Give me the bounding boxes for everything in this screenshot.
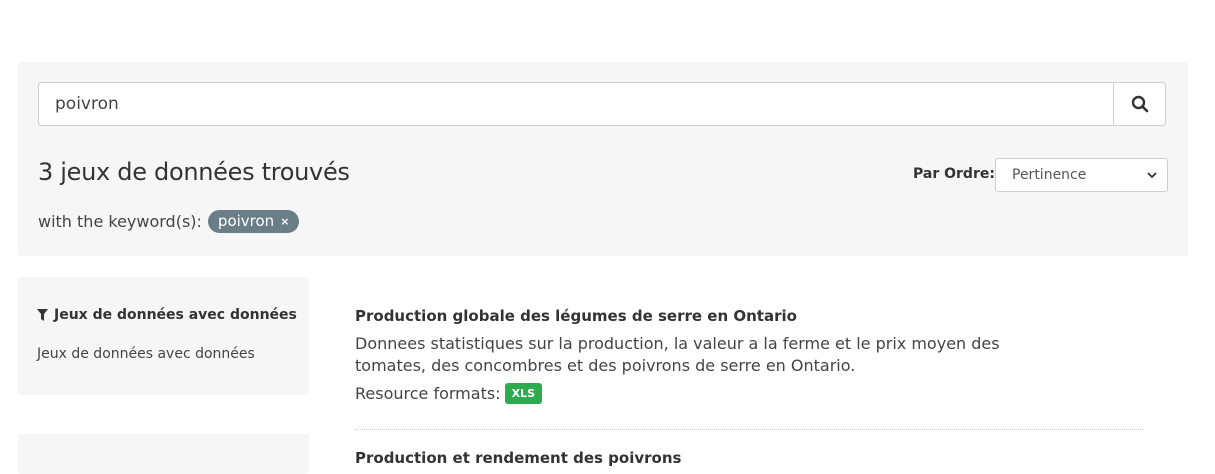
filter-icon [37, 309, 48, 321]
format-badge-xls[interactable]: XLS [504, 383, 542, 404]
chevron-down-icon [1147, 172, 1157, 179]
search-panel: 3 jeux de données trouvés Par Ordre: Per… [18, 62, 1188, 256]
dataset-title-link[interactable]: Production globale des légumes de serre … [355, 305, 1145, 327]
facet-box-datasets: Jeux de données avec données Jeux de don… [18, 277, 309, 395]
search-icon [1131, 95, 1148, 113]
facet-title: Jeux de données avec données [37, 307, 297, 323]
results-count-title: 3 jeux de données trouvés [38, 158, 350, 186]
search-button[interactable] [1113, 83, 1165, 125]
sort-label: Par Ordre: [913, 166, 995, 182]
keyword-prefix: with the keyword(s): [38, 212, 202, 231]
keyword-pill-label: poivron [217, 212, 275, 230]
dataset-description: Donnees statistiques sur la production, … [355, 334, 1000, 375]
dataset-item: Production globale des légumes de serre … [355, 305, 1145, 404]
search-box [38, 82, 1166, 126]
resource-formats-label: Resource formats: [355, 384, 501, 403]
resource-formats: Resource formats: XLS [355, 383, 1145, 404]
facet-box-secondary [18, 434, 309, 474]
sort-select[interactable]: Pertinence [995, 158, 1168, 192]
keyword-filter-line: with the keyword(s): poivron × [38, 210, 300, 233]
remove-keyword-icon[interactable]: × [280, 215, 289, 228]
facet-title-label: Jeux de données avec données [54, 307, 297, 323]
sort-select-value: Pertinence [1012, 167, 1087, 183]
keyword-pill[interactable]: poivron × [207, 210, 300, 233]
dataset-divider [355, 429, 1143, 430]
facet-item[interactable]: Jeux de données avec données [37, 346, 255, 362]
search-input[interactable] [39, 83, 1115, 125]
dataset-title-link[interactable]: Production et rendement des poivrons [355, 449, 681, 467]
